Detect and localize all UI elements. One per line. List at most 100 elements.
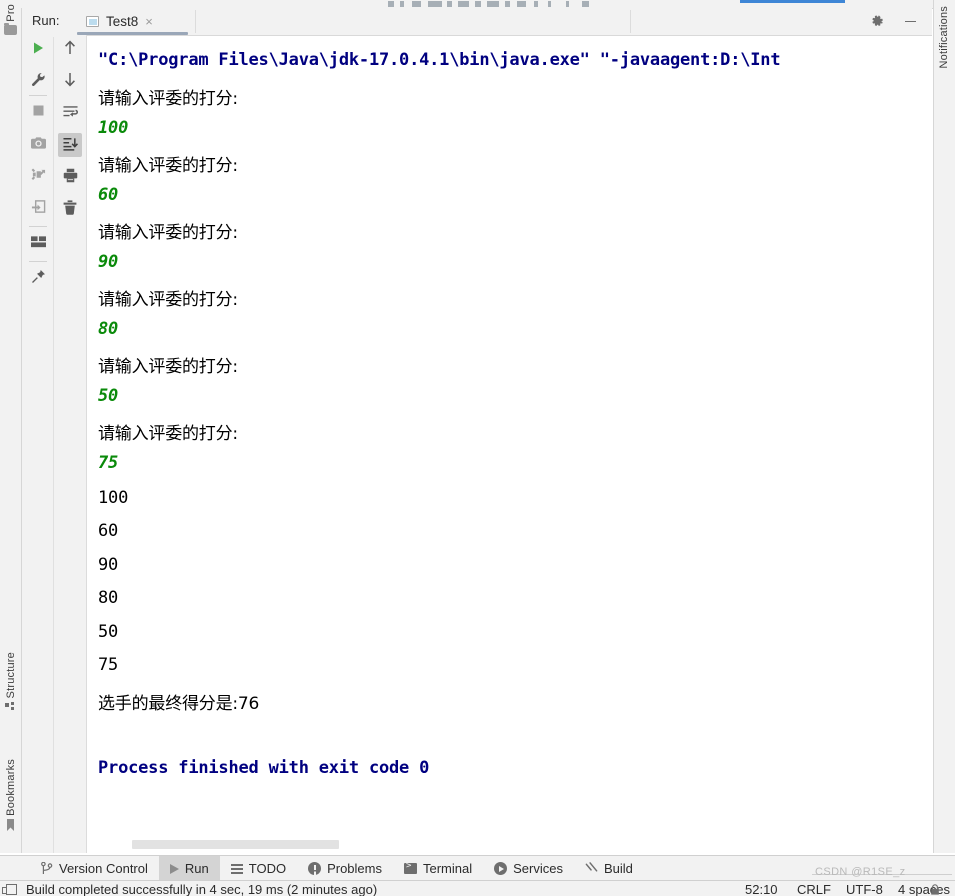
console-icon (86, 16, 99, 27)
file-encoding[interactable]: UTF-8 (846, 882, 883, 896)
import-button[interactable] (26, 196, 50, 220)
lock-icon[interactable] (930, 883, 940, 895)
toolbar-divider (29, 95, 47, 96)
toolbar-glyph (487, 1, 499, 7)
hammer-icon (585, 862, 598, 875)
tab-terminal[interactable]: Terminal (393, 856, 483, 881)
indent-setting[interactable]: 4 spaces (898, 882, 950, 896)
console-line: 50 (98, 622, 119, 642)
sidebar-tab-bookmarks-label: Bookmarks (4, 759, 17, 816)
sidebar-tab-notifications[interactable]: Notifications (938, 6, 950, 69)
run-toolbar-primary (22, 35, 54, 853)
toolbar-divider (29, 226, 47, 227)
build-status-icon (2, 884, 17, 895)
watermark: CSDN @R1SE_z (815, 866, 906, 878)
toolbar-glyph (517, 1, 526, 7)
tab-run[interactable]: Run (158, 856, 220, 881)
settings-button[interactable] (868, 12, 887, 31)
minimize-icon (905, 20, 916, 23)
toolbar-glyph (505, 1, 510, 7)
tab-services[interactable]: Services (483, 856, 574, 881)
toolbar-glyph (400, 1, 404, 7)
soft-wrap-button[interactable] (58, 101, 82, 125)
console-line: 选手的最终得分是:76 (98, 694, 260, 714)
toolbar-glyph (428, 1, 442, 7)
tab-todo[interactable]: TODO (220, 856, 297, 881)
rerun-button[interactable] (26, 37, 50, 61)
pin-tab-button[interactable] (26, 266, 50, 290)
wrench-icon (31, 72, 46, 90)
run-tab-active-underline (77, 32, 188, 35)
console-line: 90 (98, 252, 119, 272)
sidebar-tab-structure[interactable]: Structure (0, 652, 21, 716)
clear-all-button[interactable] (58, 197, 82, 221)
scroll-to-end-icon (62, 137, 78, 154)
line-separator[interactable]: CRLF (797, 882, 831, 896)
sidebar-tab-structure-label: Structure (4, 652, 17, 699)
active-editor-tab-indicator (740, 0, 845, 3)
print-button[interactable] (58, 165, 82, 189)
header-divider (195, 10, 196, 33)
gear-icon (871, 15, 884, 28)
console-horizontal-scrollbar-thumb[interactable] (132, 840, 339, 849)
tab-version-control[interactable]: Version Control (30, 856, 159, 881)
tab-services-label: Services (513, 861, 563, 876)
toolbar-glyph (412, 1, 421, 7)
toolbar-divider (29, 261, 47, 262)
problems-icon (308, 862, 322, 875)
tool-window-tab-bar: Version Control Run TODO Problems Termin… (0, 855, 955, 881)
bookmark-icon (5, 818, 16, 835)
soft-wrap-icon (62, 105, 78, 121)
toolbar-glyph (447, 1, 452, 7)
arrow-down-icon (63, 72, 77, 90)
caret-position[interactable]: 52:10 (745, 882, 778, 896)
console-line: 请输入评委的打分: (98, 223, 238, 243)
tab-run-label: Run (184, 861, 209, 876)
tab-bar-spacer (0, 856, 30, 881)
screenshot-button[interactable] (26, 132, 50, 156)
scroll-to-end-button[interactable] (58, 133, 82, 157)
run-tab-test8[interactable]: Test8 × (77, 8, 161, 35)
layout-button[interactable] (26, 231, 50, 255)
tab-build-label: Build (603, 861, 633, 876)
status-bar: Build completed successfully in 4 sec, 1… (0, 880, 955, 896)
close-icon[interactable]: × (145, 15, 153, 28)
console-line: 80 (98, 588, 119, 608)
down-the-stack-trace-button[interactable] (58, 69, 82, 93)
console-line: 60 (98, 185, 119, 205)
console-line: 请输入评委的打分: (98, 424, 238, 444)
status-message[interactable]: Build completed successfully in 4 sec, 1… (26, 882, 377, 896)
run-tab-label: Test8 (106, 14, 139, 29)
console-line: 75 (98, 655, 119, 675)
stop-button[interactable] (26, 100, 50, 124)
console-line: "C:\Program Files\Java\jdk-17.0.4.1\bin\… (98, 50, 781, 70)
print-icon (63, 168, 78, 186)
sidebar-tab-bookmarks[interactable]: Bookmarks (0, 759, 21, 835)
tab-problems[interactable]: Problems (297, 856, 393, 881)
layout-icon (30, 235, 46, 251)
services-icon (494, 862, 508, 875)
toolbar-glyph (458, 1, 469, 7)
console-line: 100 (98, 118, 129, 138)
toolbar-glyph (388, 1, 394, 7)
sidebar-tab-project[interactable]: Pro (0, 4, 21, 35)
tab-problems-label: Problems (327, 861, 382, 876)
tab-build[interactable]: Build (574, 856, 644, 881)
modify-run-configuration-button[interactable] (26, 69, 50, 93)
console-output[interactable]: "C:\Program Files\Java\jdk-17.0.4.1\bin\… (87, 36, 947, 836)
up-the-stack-trace-button[interactable] (58, 37, 82, 61)
todo-icon (230, 863, 243, 874)
console-line: 60 (98, 521, 119, 541)
console-line: Process finished with exit code 0 (98, 758, 430, 778)
tab-terminal-label: Terminal (423, 861, 473, 876)
attach-debugger-button[interactable] (26, 164, 50, 188)
toolbar-glyph (548, 1, 551, 7)
header-divider (630, 10, 631, 33)
toolbar-glyph (534, 1, 538, 7)
branch-icon (41, 862, 53, 875)
console-line: 请输入评委的打分: (98, 357, 238, 377)
hide-button[interactable] (901, 12, 920, 31)
structure-icon (5, 701, 16, 716)
console-line: 75 (98, 453, 119, 473)
toolbar-glyph (582, 1, 589, 7)
